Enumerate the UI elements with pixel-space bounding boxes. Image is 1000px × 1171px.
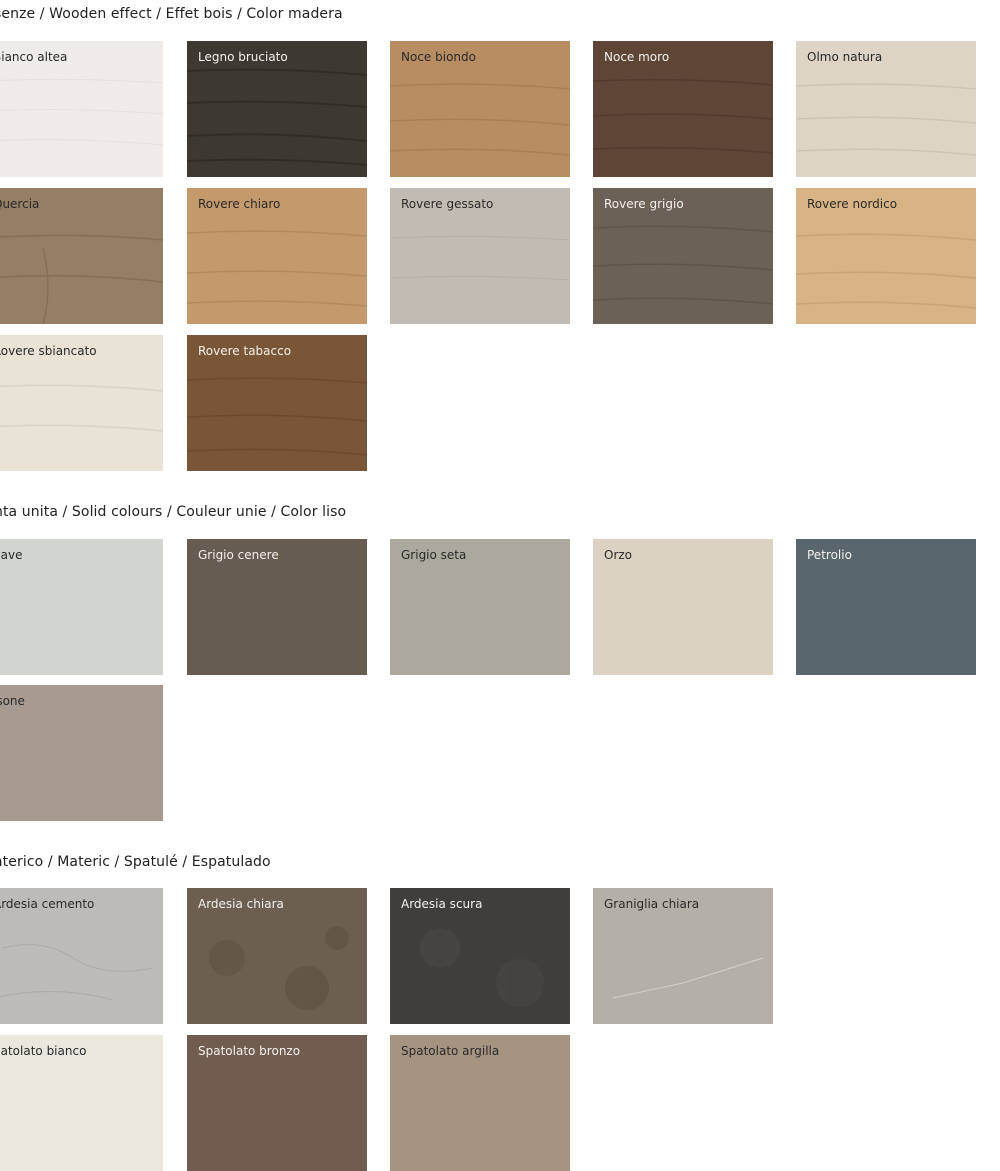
section-title-wooden: senze / Wooden effect / Effet bois / Col… bbox=[0, 6, 343, 22]
swatch-ardesia-cemento[interactable]: Ardesia cemento bbox=[0, 888, 163, 1024]
swatch-quercia[interactable]: Quercia bbox=[0, 188, 163, 324]
swatch-label: isone bbox=[0, 694, 25, 708]
swatch-rovere-tabacco[interactable]: Rovere tabacco bbox=[187, 335, 367, 471]
swatch-graniglia-chiara[interactable]: Graniglia chiara bbox=[593, 888, 773, 1024]
swatch-ardesia-chiara[interactable]: Ardesia chiara bbox=[187, 888, 367, 1024]
swatch-orzo[interactable]: Orzo bbox=[593, 539, 773, 675]
swatch-label: Olmo natura bbox=[807, 50, 883, 64]
swatch-rovere-chiaro[interactable]: Rovere chiaro bbox=[187, 188, 367, 324]
swatch-grigio-cenere[interactable]: Grigio cenere bbox=[187, 539, 367, 675]
section-title-solid: nta unita / Solid colours / Couleur unie… bbox=[0, 504, 347, 520]
swatch-label: Grigio seta bbox=[401, 548, 467, 562]
swatch-grigio-seta[interactable]: Grigio seta bbox=[390, 539, 570, 675]
section-title-materic: aterico / Materic / Spatulé / Espatulado bbox=[0, 854, 271, 870]
swatch-label: Noce biondo bbox=[401, 50, 476, 64]
swatch-petrolio[interactable]: Petrolio bbox=[796, 539, 976, 675]
swatch-ardesia-scura[interactable]: Ardesia scura bbox=[390, 888, 570, 1024]
swatch-label: Spatolato argilla bbox=[401, 1044, 500, 1058]
swatch-label: Rovere chiaro bbox=[198, 197, 281, 211]
swatch-label: Graniglia chiara bbox=[604, 897, 700, 911]
swatch-label: Spatolato bronzo bbox=[198, 1044, 301, 1058]
swatch-visone[interactable]: isone bbox=[0, 685, 163, 821]
swatch-label: Orzo bbox=[604, 548, 633, 562]
swatch-noce-biondo[interactable]: Noce biondo bbox=[390, 41, 570, 177]
swatch-label: Rovere tabacco bbox=[198, 344, 292, 358]
swatch-label: Rovere grigio bbox=[604, 197, 684, 211]
swatch-legno-bruciato[interactable]: Legno bruciato bbox=[187, 41, 367, 177]
swatch-spatolato-bianco[interactable]: patolato bianco bbox=[0, 1035, 163, 1171]
swatch-rovere-nordico[interactable]: Rovere nordico bbox=[796, 188, 976, 324]
swatch-spatolato-argilla[interactable]: Spatolato argilla bbox=[390, 1035, 570, 1171]
swatch-label: Grigio cenere bbox=[198, 548, 279, 562]
swatch-label: Ardesia scura bbox=[401, 897, 483, 911]
swatch-spatolato-bronzo[interactable]: Spatolato bronzo bbox=[187, 1035, 367, 1171]
swatch-label: patolato bianco bbox=[0, 1044, 87, 1058]
swatch-label: Ardesia cemento bbox=[0, 897, 95, 911]
swatch-label: Bianco altea bbox=[0, 50, 68, 64]
swatch-label: Legno bruciato bbox=[198, 50, 288, 64]
swatch-bianco-altea[interactable]: Bianco altea bbox=[0, 41, 163, 177]
swatch-label: Noce moro bbox=[604, 50, 670, 64]
swatch-label: Ardesia chiara bbox=[198, 897, 284, 911]
swatch-label: Rovere sbiancato bbox=[0, 344, 97, 358]
swatch-rovere-grigio[interactable]: Rovere grigio bbox=[593, 188, 773, 324]
swatch-rovere-sbiancato[interactable]: Rovere sbiancato bbox=[0, 335, 163, 471]
swatch-noce-moro[interactable]: Noce moro bbox=[593, 41, 773, 177]
swatch-label: Rovere gessato bbox=[401, 197, 494, 211]
swatch-agave[interactable]: gave bbox=[0, 539, 163, 675]
swatch-rovere-gessato[interactable]: Rovere gessato bbox=[390, 188, 570, 324]
swatch-olmo-natura[interactable]: Olmo natura bbox=[796, 41, 976, 177]
swatch-label: Quercia bbox=[0, 197, 40, 211]
swatch-label: Petrolio bbox=[807, 548, 852, 562]
swatch-label: gave bbox=[0, 548, 23, 562]
swatch-label: Rovere nordico bbox=[807, 197, 898, 211]
